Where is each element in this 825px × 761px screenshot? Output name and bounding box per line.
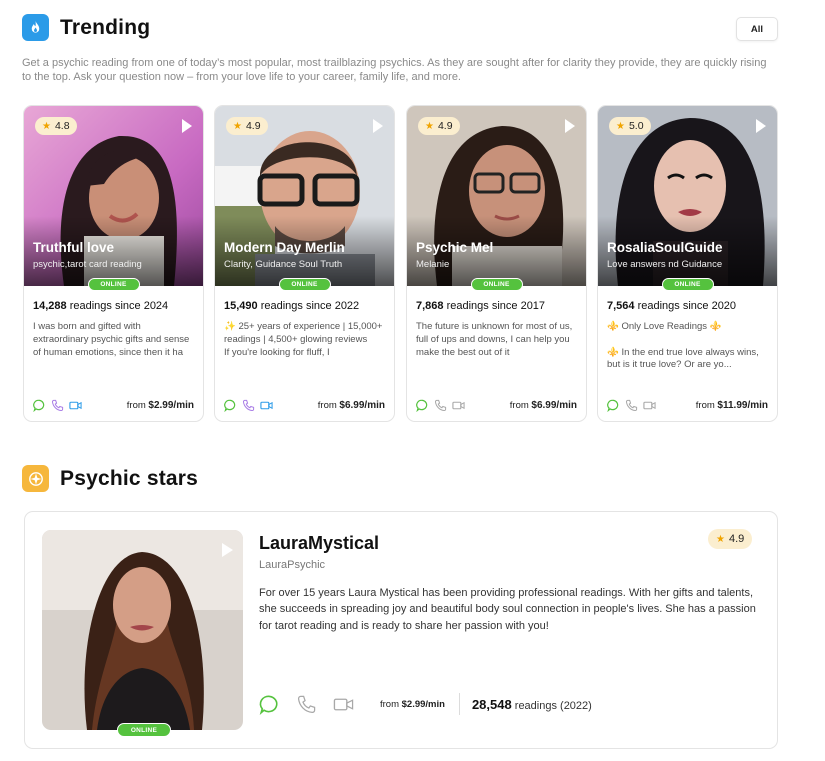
rating-badge: ★ 4.9 bbox=[708, 529, 753, 549]
price: from $2.99/min bbox=[380, 698, 445, 710]
featured-psychic-photo[interactable] bbox=[42, 530, 243, 730]
star-icon: ★ bbox=[42, 120, 51, 132]
card-footer: from $2.99/min bbox=[33, 398, 194, 412]
price: from $6.99/min bbox=[317, 399, 385, 411]
online-badge: ONLINE bbox=[117, 723, 171, 737]
trending-intro: Get a psychic reading from one of today’… bbox=[22, 57, 767, 83]
psychic-description: I was born and gifted with extraordinary… bbox=[33, 321, 190, 358]
psychic-stars-title: Psychic stars bbox=[60, 466, 199, 490]
psychic-stars-header: Psychic stars bbox=[22, 465, 198, 492]
play-icon[interactable] bbox=[756, 119, 766, 133]
featured-footer: from $2.99/min 28,548 readings (2022) bbox=[259, 692, 592, 716]
psychic-description: ✨ 25+ years of experience | 15,000+ read… bbox=[224, 321, 383, 358]
phone-icon[interactable] bbox=[242, 399, 255, 412]
card-footer: from $6.99/min bbox=[416, 398, 577, 412]
psychic-card[interactable]: ★ 4.9 Psychic Mel Melanie ONLINE 7,868 re… bbox=[406, 105, 587, 422]
play-icon[interactable] bbox=[222, 543, 233, 557]
psychic-name[interactable]: Modern Day Merlin bbox=[224, 240, 345, 255]
featured-psychic-description: For over 15 years Laura Mystical has bee… bbox=[259, 587, 756, 632]
play-icon[interactable] bbox=[182, 119, 192, 133]
readings-count: 15,490 readings since 2022 bbox=[224, 300, 360, 312]
psychic-name[interactable]: Psychic Mel bbox=[416, 240, 493, 255]
price: from $6.99/min bbox=[509, 399, 577, 411]
card-footer: from $11.99/min bbox=[607, 398, 768, 412]
online-badge: ONLINE bbox=[470, 278, 523, 291]
video-icon[interactable] bbox=[643, 399, 656, 412]
compass-star-icon bbox=[22, 465, 49, 492]
rating-badge: ★ 5.0 bbox=[609, 117, 651, 135]
star-icon: ★ bbox=[425, 120, 434, 132]
phone-icon[interactable] bbox=[296, 694, 317, 715]
chat-icon[interactable] bbox=[33, 399, 46, 412]
psychic-tagline: Love answers nd Guidance bbox=[607, 259, 723, 270]
phone-icon[interactable] bbox=[625, 399, 638, 412]
play-icon[interactable] bbox=[373, 119, 383, 133]
psychic-description: ⚜️ Only Love Readings ⚜️ ⚜️ In the end t… bbox=[607, 321, 759, 371]
readings-count: 7,868 readings since 2017 bbox=[416, 300, 546, 312]
psychic-tagline: Melanie bbox=[416, 259, 450, 270]
star-icon: ★ bbox=[716, 533, 725, 545]
rating-badge: ★ 4.9 bbox=[226, 117, 268, 135]
psychic-name[interactable]: RosaliaSoulGuide bbox=[607, 240, 723, 255]
video-icon[interactable] bbox=[452, 399, 465, 412]
trending-header: Trending bbox=[22, 14, 150, 41]
psychic-card[interactable]: ★ 4.9 Modern Day Merlin Clarity, Guidance… bbox=[214, 105, 395, 422]
readings-count: 14,288 readings since 2024 bbox=[33, 300, 169, 312]
video-icon[interactable] bbox=[333, 694, 354, 715]
price: from $11.99/min bbox=[695, 399, 768, 411]
online-badge: ONLINE bbox=[278, 278, 331, 291]
card-footer: from $6.99/min bbox=[224, 398, 385, 412]
readings-count: 7,564 readings since 2020 bbox=[607, 300, 737, 312]
readings-count: 28,548 readings (2022) bbox=[471, 696, 592, 712]
video-icon[interactable] bbox=[260, 399, 273, 412]
featured-psychic-tagline: LauraPsychic bbox=[259, 559, 326, 571]
chat-icon[interactable] bbox=[416, 399, 429, 412]
chat-icon[interactable] bbox=[607, 399, 620, 412]
phone-icon[interactable] bbox=[51, 399, 64, 412]
rating-badge: ★ 4.8 bbox=[35, 117, 77, 135]
all-button[interactable]: All bbox=[736, 17, 778, 41]
psychic-name[interactable]: Truthful love bbox=[33, 240, 114, 255]
online-badge: ONLINE bbox=[87, 278, 140, 291]
video-icon[interactable] bbox=[69, 399, 82, 412]
psychic-tagline: Clarity, Guidance Soul Truth bbox=[224, 259, 343, 270]
psychic-card[interactable]: ★ 4.8 Truthful love psychic,tarot card re… bbox=[23, 105, 204, 422]
fire-icon bbox=[22, 14, 49, 41]
chat-icon[interactable] bbox=[224, 399, 237, 412]
price: from $2.99/min bbox=[126, 399, 194, 411]
featured-psychic-card[interactable]: ONLINE LauraMystical LauraPsychic ★ 4.9 F… bbox=[24, 511, 778, 749]
online-badge: ONLINE bbox=[661, 278, 714, 291]
star-icon: ★ bbox=[616, 120, 625, 132]
psychic-card[interactable]: ★ 5.0 RosaliaSoulGuide Love answers nd Gu… bbox=[597, 105, 778, 422]
trending-title: Trending bbox=[60, 15, 151, 39]
play-icon[interactable] bbox=[565, 119, 575, 133]
star-icon: ★ bbox=[233, 120, 242, 132]
rating-badge: ★ 4.9 bbox=[418, 117, 460, 135]
chat-icon[interactable] bbox=[259, 694, 280, 715]
featured-psychic-name[interactable]: LauraMystical bbox=[259, 533, 379, 554]
psychic-description: The future is unknown for most of us, fu… bbox=[416, 321, 573, 358]
divider bbox=[458, 693, 460, 715]
phone-icon[interactable] bbox=[434, 399, 447, 412]
psychic-tagline: psychic,tarot card reading bbox=[33, 259, 142, 270]
